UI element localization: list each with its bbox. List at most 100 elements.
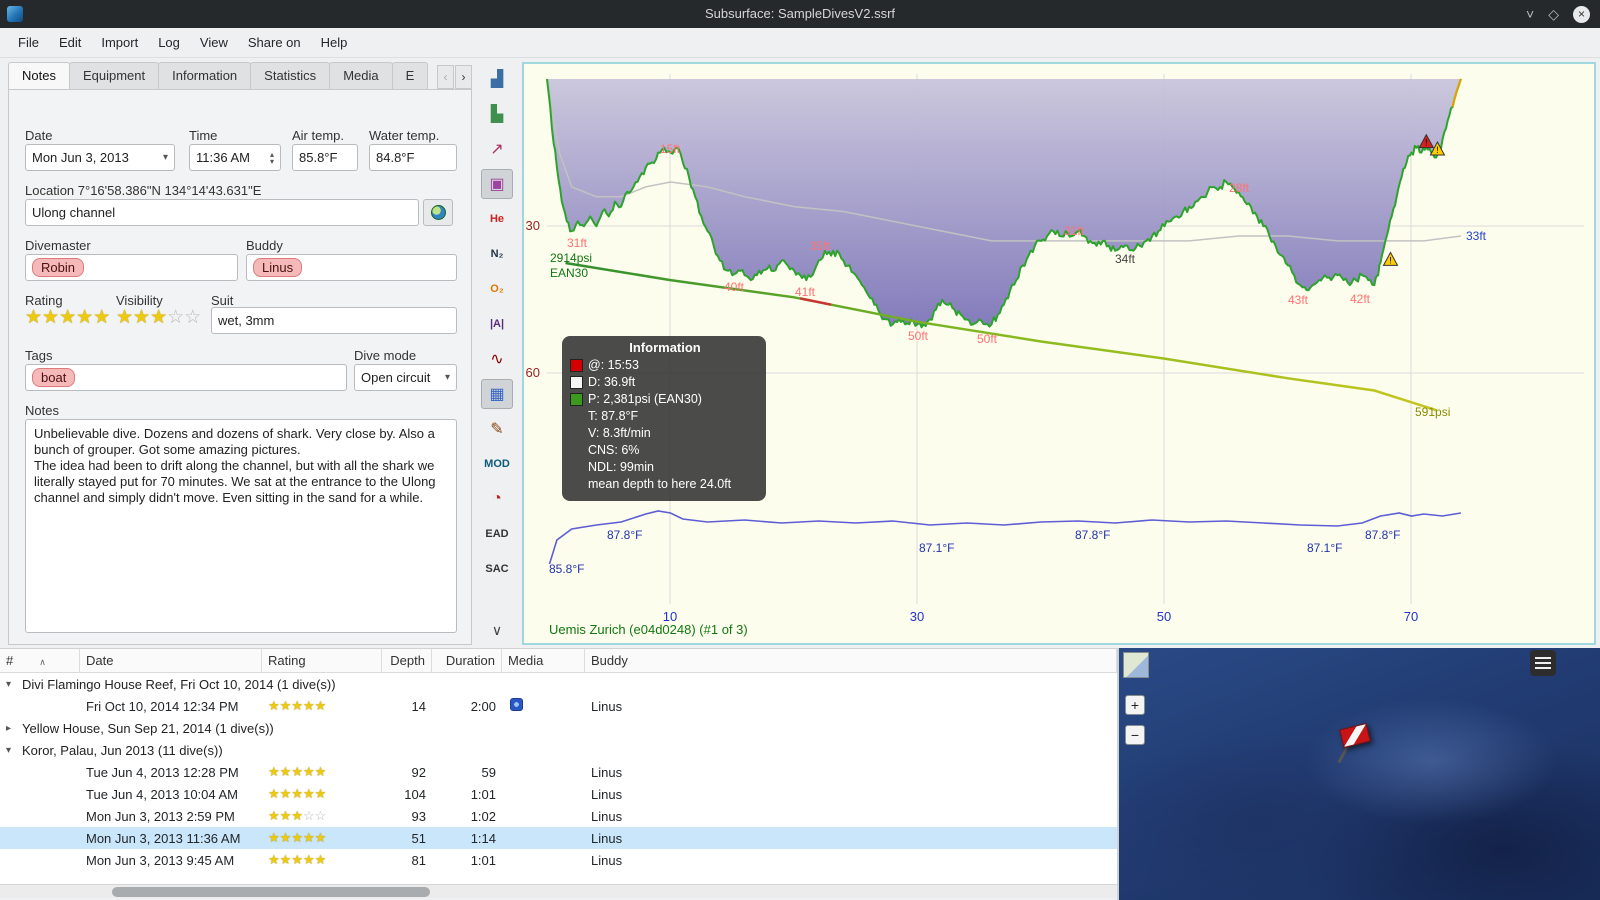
star-icon[interactable]: ★	[133, 308, 150, 328]
calculated-ceiling-icon[interactable]: ▙	[481, 99, 513, 129]
star-icon[interactable]: ★	[93, 308, 110, 328]
maximize-icon[interactable]: ◇	[1548, 7, 1559, 21]
tab-scroll-right-icon[interactable]: ›	[455, 65, 472, 89]
column-header-duration[interactable]: Duration	[432, 649, 502, 672]
menu-file[interactable]: File	[8, 30, 49, 55]
sac-icon[interactable]: SAC	[481, 554, 513, 584]
star-icon[interactable]: ☆	[184, 308, 201, 328]
minimize-icon[interactable]: ˅	[1526, 7, 1534, 21]
tab-e[interactable]: E	[391, 62, 429, 90]
star-icon: ★	[302, 764, 315, 779]
menu-share-on[interactable]: Share on	[238, 30, 311, 55]
map-menu-button[interactable]	[1530, 650, 1556, 676]
dive-flag-marker[interactable]	[1337, 722, 1377, 766]
map-zoom-in-button[interactable]: +	[1125, 695, 1145, 715]
horizontal-scrollbar[interactable]	[0, 884, 1117, 898]
menu-view[interactable]: View	[190, 30, 238, 55]
air-graph-icon[interactable]: |A|	[481, 309, 513, 339]
ndl-clock-icon[interactable]: ◔	[481, 484, 513, 514]
star-icon[interactable]: ★	[76, 308, 93, 328]
n2-graph-icon[interactable]: N₂	[481, 239, 513, 269]
buddy-tag[interactable]: Linus	[253, 258, 303, 277]
menu-log[interactable]: Log	[148, 30, 190, 55]
collapse-icon[interactable]: ▾	[6, 745, 20, 756]
ruler-icon[interactable]: ✎	[481, 414, 513, 444]
rating-stars[interactable]: ★ ★ ★ ★ ★	[25, 308, 110, 328]
toolbar-collapse-icon[interactable]: ∨	[481, 615, 513, 645]
tab-scroll-left-icon[interactable]: ‹	[437, 65, 454, 89]
expand-icon[interactable]: ▸	[6, 723, 20, 734]
tab-statistics[interactable]: Statistics	[250, 62, 331, 90]
dive-row-348[interactable]: └348Fri Oct 10, 2014 12:34 PM★★★★★142:00…	[0, 695, 1117, 717]
star-icon: ★	[268, 698, 280, 713]
column-header-date[interactable]: Date	[80, 649, 262, 672]
location-field[interactable]	[25, 199, 419, 226]
increments-icon[interactable]: ↗	[481, 134, 513, 164]
tab-notes[interactable]: Notes	[8, 62, 70, 90]
svg-text:87.1°F: 87.1°F	[919, 541, 954, 555]
photos-icon[interactable]: ▦	[481, 379, 513, 409]
heart-rate-icon[interactable]: ∿	[481, 344, 513, 374]
divemaster-tag[interactable]: Robin	[32, 258, 84, 277]
column-header-media[interactable]: Media	[502, 649, 585, 672]
menu-edit[interactable]: Edit	[49, 30, 91, 55]
dive-row-233[interactable]: └233Tue Jun 4, 2013 12:28 PM★★★★★9259Lin…	[0, 761, 1117, 783]
o2-graph-icon[interactable]: O₂	[481, 274, 513, 304]
star-icon[interactable]: ★	[42, 308, 59, 328]
divemaster-field[interactable]: Robin	[25, 254, 238, 281]
scrollbar-thumb[interactable]	[112, 887, 430, 897]
trip-row[interactable]: ▾ Divi Flamingo House Reef, Fri Oct 10, 2…	[0, 673, 1117, 695]
column-header-rating[interactable]: Rating	[262, 649, 382, 672]
he-graph-icon[interactable]: He	[481, 204, 513, 234]
close-icon[interactable]: ×	[1573, 5, 1590, 23]
tab-media[interactable]: Media	[329, 62, 393, 90]
column-header-num[interactable]: # ∧	[0, 649, 80, 672]
dive-row-230[interactable]: └230Mon Jun 3, 2013 11:36 AM★★★★★511:14L…	[0, 827, 1117, 849]
star-icon[interactable]: ★	[150, 308, 167, 328]
dive-row-231[interactable]: └231Mon Jun 3, 2013 2:59 PM★★★☆☆931:02Li…	[0, 805, 1117, 827]
dive-flag-icon	[1339, 722, 1371, 749]
buddy-field[interactable]: Linus	[246, 254, 457, 281]
star-icon[interactable]: ★	[25, 308, 42, 328]
tab-equipment[interactable]: Equipment	[68, 62, 160, 90]
water-temp-field[interactable]	[369, 144, 457, 171]
dive-mode-combobox[interactable]: Open circuit ▾	[354, 364, 457, 391]
dc-ceiling-icon[interactable]: ▟	[481, 64, 513, 94]
tags-field[interactable]: boat	[25, 364, 347, 391]
mod-icon[interactable]: MOD	[481, 449, 513, 479]
star-icon[interactable]: ★	[116, 308, 133, 328]
date-combobox[interactable]: Mon Jun 3, 2013 ▾	[25, 144, 175, 171]
info-box-line: CNS: 6%	[588, 443, 640, 457]
collapse-icon[interactable]: ▾	[6, 679, 20, 690]
profile-toolbar: ▟ ▙ ↗ ▣ He N₂ O₂ |A| ∿ ▦ ✎ MOD ◔ EAD SAC ∨	[479, 64, 515, 645]
column-header-buddy[interactable]: Buddy	[585, 649, 1117, 672]
window-title: Subsurface: SampleDivesV2.ssrf	[704, 6, 896, 21]
menu-import[interactable]: Import	[91, 30, 148, 55]
map-zoom-out-button[interactable]: −	[1125, 725, 1145, 745]
suit-field[interactable]	[211, 307, 457, 334]
air-temp-field[interactable]	[292, 144, 358, 171]
notes-textarea[interactable]: Unbelievable dive. Dozens and dozens of …	[25, 419, 457, 633]
dive-row-232[interactable]: └232Tue Jun 4, 2013 10:04 AM★★★★★1041:01…	[0, 783, 1117, 805]
trip-row[interactable]: ▸ Yellow House, Sun Sep 21, 2014 (1 dive(…	[0, 717, 1117, 739]
date-label: Date	[25, 128, 53, 143]
tags-label: Tags	[25, 348, 53, 363]
visibility-stars[interactable]: ★ ★ ★ ☆ ☆	[116, 308, 201, 328]
ead-icon[interactable]: EAD	[481, 519, 513, 549]
trip-row[interactable]: ▾ Koror, Palau, Jun 2013 (11 dive(s))	[0, 739, 1117, 761]
tab-information[interactable]: Information	[158, 62, 252, 90]
time-spinbox[interactable]: 11:36 AM ▴ ▾	[189, 144, 281, 171]
spin-arrows-icon[interactable]: ▴ ▾	[270, 150, 274, 165]
map-location-button[interactable]	[423, 199, 453, 226]
star-icon[interactable]: ☆	[167, 308, 184, 328]
media-icon[interactable]	[510, 698, 523, 711]
star-icon[interactable]: ★	[59, 308, 76, 328]
tag-boat[interactable]: boat	[32, 368, 76, 387]
dive-row-229[interactable]: └229Mon Jun 3, 2013 9:45 AM★★★★★811:01Li…	[0, 849, 1117, 871]
star-icon: ★	[279, 786, 292, 801]
column-header-depth[interactable]: Depth	[382, 649, 432, 672]
star-icon: ★	[302, 852, 315, 867]
scale-icon[interactable]: ▣	[481, 169, 513, 199]
dive-site-map[interactable]: + −	[1119, 648, 1600, 900]
menu-help[interactable]: Help	[311, 30, 358, 55]
